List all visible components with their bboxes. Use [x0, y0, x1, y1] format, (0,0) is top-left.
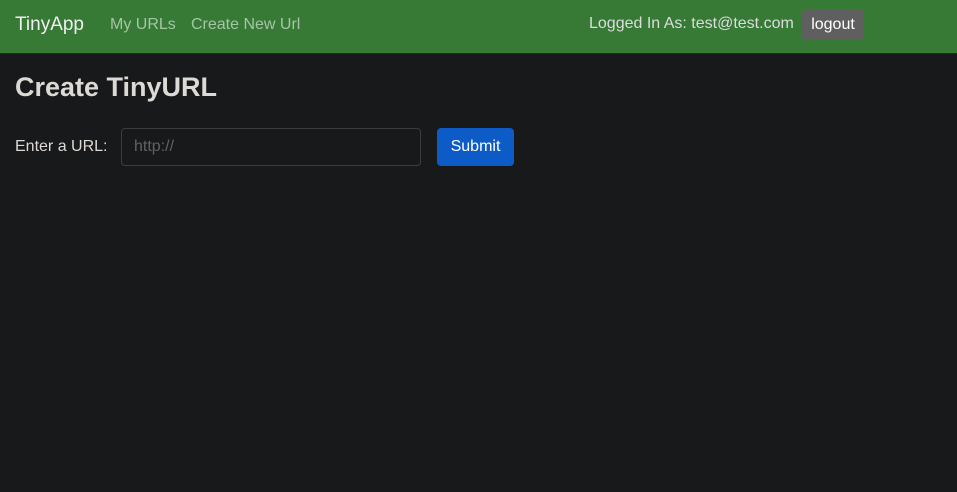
page-title: Create TinyURL: [15, 72, 218, 102]
url-label: Enter a URL:: [15, 138, 108, 155]
logout-button[interactable]: logout: [802, 10, 864, 39]
logged-in-text: Logged In As: test@test.com: [589, 15, 794, 32]
brand-link[interactable]: TinyApp: [15, 14, 84, 36]
navbar: TinyApp My URLs Create New Url Logged In…: [0, 0, 957, 54]
nav-link-create-new-url[interactable]: Create New Url: [191, 16, 300, 34]
submit-button[interactable]: Submit: [437, 128, 514, 166]
nav-link-my-urls[interactable]: My URLs: [110, 16, 176, 34]
url-input[interactable]: [121, 128, 421, 166]
